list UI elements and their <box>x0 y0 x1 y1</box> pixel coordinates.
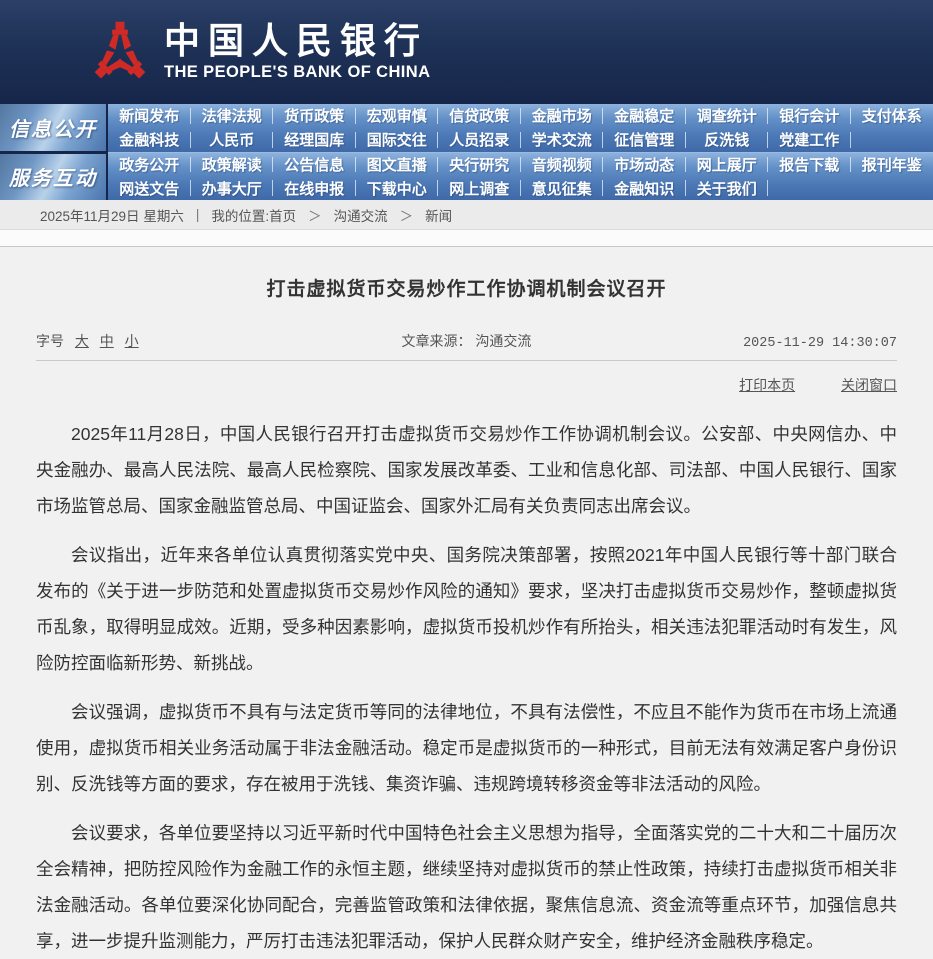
pboc-website: 中国人民银行 THE PEOPLE'S BANK OF CHINA 信息公开 服… <box>0 0 933 796</box>
nav-item[interactable]: 人员招录 <box>438 128 521 152</box>
nav-item[interactable]: 央行研究 <box>438 153 521 177</box>
site-title-cn: 中国人民银行 <box>164 22 430 62</box>
nav-item[interactable]: 报刊年鉴 <box>851 153 933 177</box>
nav-item[interactable]: 征信管理 <box>603 128 686 152</box>
nav-block-service: 政务公开政策解读公告信息图文直播央行研究音频视频市场动态网上展厅报告下载报刊年鉴… <box>108 152 933 201</box>
breadcrumb-item-news[interactable]: 新闻 <box>425 205 452 225</box>
nav-item[interactable]: 宏观审慎 <box>356 104 439 128</box>
article-body: 2025年11月28日，中国人民银行召开打击虚拟货币交易炒作工作协调机制会议。公… <box>36 416 897 959</box>
breadcrumb-date: 2025年11月29日 星期六 <box>40 205 184 225</box>
meta-divider <box>36 360 897 361</box>
nav-item[interactable]: 下载中心 <box>356 176 439 200</box>
breadcrumb-item-communication[interactable]: 沟通交流 <box>334 205 388 225</box>
nav-item[interactable]: 市场动态 <box>603 153 686 177</box>
nav-item[interactable]: 报告下载 <box>768 153 851 177</box>
article-paragraph: 会议强调，虚拟货币不具有与法定货币等同的法律地位，不具有法偿性，不应且不能作为货… <box>36 694 897 802</box>
nav-item[interactable]: 图文直播 <box>356 153 439 177</box>
nav-item[interactable]: 学术交流 <box>521 128 604 152</box>
nav-item[interactable]: 新闻发布 <box>108 104 191 128</box>
nav-row: 新闻发布法律法规货币政策宏观审慎信贷政策金融市场金融稳定调查统计银行会计支付体系 <box>108 104 933 128</box>
nav-item[interactable]: 在线申报 <box>273 176 356 200</box>
nav-block-info: 新闻发布法律法规货币政策宏观审慎信贷政策金融市场金融稳定调查统计银行会计支付体系… <box>108 104 933 152</box>
article-paragraph: 会议指出，近年来各单位认真贯彻落实党中央、国务院决策部署，按照2021年中国人民… <box>36 537 897 681</box>
nav-item[interactable]: 国际交往 <box>356 128 439 152</box>
nav-item[interactable]: 政务公开 <box>108 153 191 177</box>
nav-item[interactable]: 网上展厅 <box>686 153 769 177</box>
nav-item[interactable]: 经理国库 <box>273 128 356 152</box>
nav-item[interactable]: 金融科技 <box>108 128 191 152</box>
close-window-link[interactable]: 关闭窗口 <box>841 377 897 393</box>
nav-item[interactable]: 公告信息 <box>273 153 356 177</box>
article-source: 文章来源： 沟通交流 <box>305 331 628 351</box>
nav-item[interactable]: 支付体系 <box>851 104 933 128</box>
nav-section-info-disclosure[interactable]: 信息公开 <box>0 104 106 151</box>
nav-item-empty <box>851 176 933 200</box>
nav-item[interactable]: 金融知识 <box>603 176 686 200</box>
font-size-small[interactable]: 小 <box>125 333 139 349</box>
breadcrumb-divider: | <box>196 207 200 222</box>
breadcrumb-arrow-icon: ＞ <box>400 205 414 225</box>
nav-section-services[interactable]: 服务互动 <box>0 154 106 201</box>
nav-item[interactable]: 法律法规 <box>191 104 274 128</box>
nav-item[interactable]: 货币政策 <box>273 104 356 128</box>
nav-item[interactable]: 意见征集 <box>521 176 604 200</box>
brand[interactable]: 中国人民银行 THE PEOPLE'S BANK OF CHINA <box>92 18 430 86</box>
article-paragraph: 2025年11月28日，中国人民银行召开打击虚拟货币交易炒作工作协调机制会议。公… <box>36 416 897 524</box>
nav-item[interactable]: 网上调查 <box>438 176 521 200</box>
article: 打击虚拟货币交易炒作工作协调机制会议召开 字号 大 中 小 文章来源： 沟通交流… <box>0 247 933 959</box>
page-title: 打击虚拟货币交易炒作工作协调机制会议召开 <box>36 274 897 301</box>
nav-item[interactable]: 信贷政策 <box>438 104 521 128</box>
nav-item[interactable]: 反洗钱 <box>686 128 769 152</box>
main-nav: 信息公开 服务互动 新闻发布法律法规货币政策宏观审慎信贷政策金融市场金融稳定调查… <box>0 104 933 200</box>
page-action-links: 打印本页 关闭窗口 <box>36 375 897 395</box>
article-paragraph: 会议要求，各单位要坚持以习近平新时代中国特色社会主义思想为指导，全面落实党的二十… <box>36 815 897 959</box>
nav-item[interactable]: 调查统计 <box>686 104 769 128</box>
nav-item[interactable]: 关于我们 <box>686 176 769 200</box>
pboc-logo-icon <box>92 18 148 86</box>
nav-row: 网送文告办事大厅在线申报下载中心网上调查意见征集金融知识关于我们 <box>108 176 933 200</box>
site-title-en: THE PEOPLE'S BANK OF CHINA <box>164 63 430 82</box>
nav-menu: 新闻发布法律法规货币政策宏观审慎信贷政策金融市场金融稳定调查统计银行会计支付体系… <box>108 104 933 200</box>
nav-section-buttons: 信息公开 服务互动 <box>0 104 106 200</box>
font-size-medium[interactable]: 中 <box>100 333 114 349</box>
site-header: 中国人民银行 THE PEOPLE'S BANK OF CHINA <box>0 0 933 104</box>
nav-item[interactable]: 人民币 <box>191 128 274 152</box>
nav-item-empty <box>768 176 851 200</box>
print-page-link[interactable]: 打印本页 <box>739 377 795 393</box>
article-datetime: 2025-11-29 14:30:07 <box>628 336 897 351</box>
content-top-gap <box>0 230 933 247</box>
font-size-large[interactable]: 大 <box>75 333 89 349</box>
nav-row: 金融科技人民币经理国库国际交往人员招录学术交流征信管理反洗钱党建工作 <box>108 128 933 152</box>
font-size-controls: 字号 大 中 小 <box>36 331 305 351</box>
nav-item[interactable]: 党建工作 <box>768 128 851 152</box>
breadcrumb-location-home[interactable]: 我的位置:首页 <box>211 205 296 225</box>
nav-item[interactable]: 办事大厅 <box>191 176 274 200</box>
breadcrumb: 2025年11月29日 星期六 | 我的位置:首页 ＞ 沟通交流 ＞ 新闻 <box>0 200 933 230</box>
nav-item[interactable]: 音频视频 <box>521 153 604 177</box>
nav-item[interactable]: 政策解读 <box>191 153 274 177</box>
nav-item[interactable]: 金融稳定 <box>603 104 686 128</box>
font-size-label: 字号 <box>36 333 64 349</box>
nav-item[interactable]: 网送文告 <box>108 176 191 200</box>
nav-row: 政务公开政策解读公告信息图文直播央行研究音频视频市场动态网上展厅报告下载报刊年鉴 <box>108 153 933 177</box>
article-meta: 字号 大 中 小 文章来源： 沟通交流 2025-11-29 14:30:07 <box>36 331 897 351</box>
nav-item[interactable]: 金融市场 <box>521 104 604 128</box>
nav-item-empty <box>851 128 933 152</box>
nav-item[interactable]: 银行会计 <box>768 104 851 128</box>
breadcrumb-arrow-icon: ＞ <box>308 205 322 225</box>
